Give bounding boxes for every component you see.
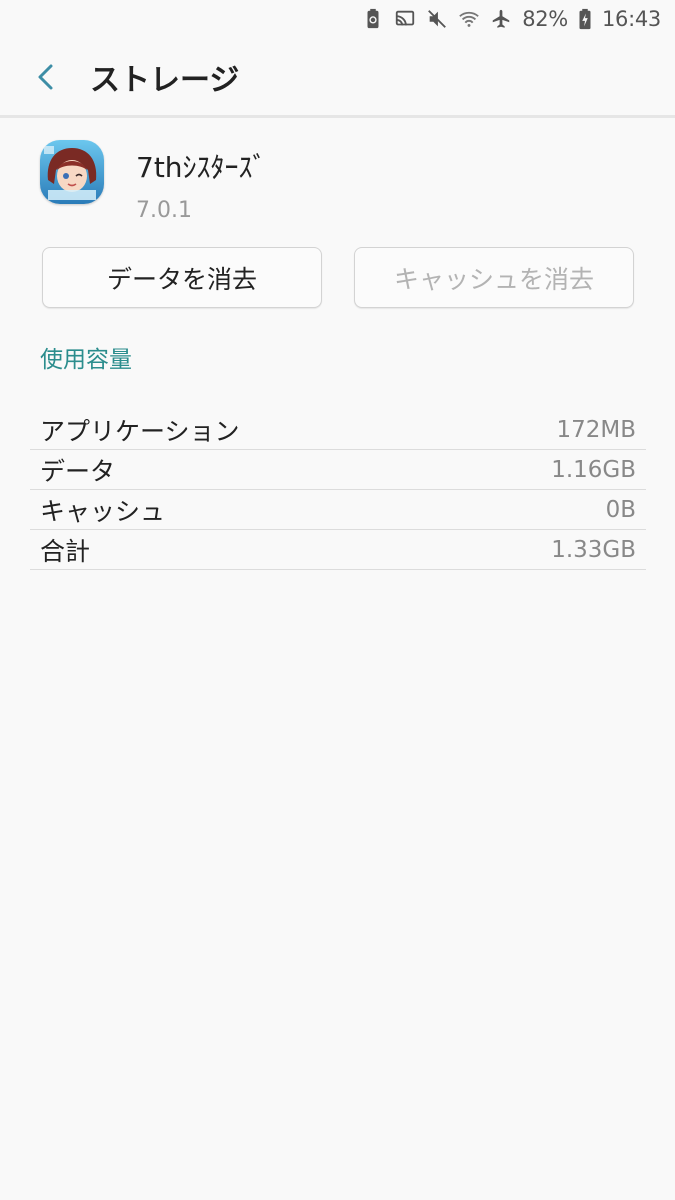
clock: 16:43 <box>601 7 661 31</box>
chevron-left-icon <box>38 64 53 90</box>
storage-row-cache: キャッシュ 0B <box>30 490 646 530</box>
battery-saver-icon <box>362 8 384 30</box>
status-bar: 82% 16:43 <box>0 0 675 38</box>
app-name: 7thｼｽﾀｰｽﾞ <box>136 151 267 184</box>
storage-label: データ <box>40 456 116 486</box>
back-button[interactable] <box>16 47 76 107</box>
storage-value: 1.33GB <box>551 536 636 563</box>
clear-data-button[interactable]: データを消去 <box>42 247 322 308</box>
app-info: 7thｼｽﾀｰｽﾞ 7.0.1 <box>40 140 267 223</box>
storage-value: 172MB <box>556 416 636 443</box>
cast-icon <box>394 8 416 30</box>
storage-value: 1.16GB <box>551 456 636 483</box>
page-title: ストレージ <box>90 63 240 98</box>
clear-cache-button[interactable]: キャッシュを消去 <box>354 247 634 308</box>
app-icon <box>40 140 104 204</box>
storage-row-data: データ 1.16GB <box>30 450 646 490</box>
storage-label: キャッシュ <box>40 496 166 526</box>
storage-row-total: 合計 1.33GB <box>30 530 646 570</box>
app-header: ストレージ <box>0 38 675 116</box>
battery-icon <box>578 8 592 30</box>
mute-icon <box>426 8 448 30</box>
storage-label: 合計 <box>40 536 91 566</box>
app-version: 7.0.1 <box>136 198 192 223</box>
action-buttons: データを消去 キャッシュを消去 <box>42 247 634 308</box>
header-divider <box>0 115 675 118</box>
wifi-icon <box>458 8 480 30</box>
storage-screen: 82% 16:43 ストレージ 7thｼｽﾀｰｽﾞ 7.0.1 データを消去 キ… <box>0 0 675 1200</box>
battery-percentage: 82% <box>522 7 568 31</box>
storage-value: 0B <box>605 496 636 523</box>
section-title-usage: 使用容量 <box>40 347 132 373</box>
storage-usage-table: アプリケーション 172MB データ 1.16GB キャッシュ 0B 合計 1.… <box>30 410 646 570</box>
storage-label: アプリケーション <box>40 416 240 446</box>
airplane-icon <box>490 8 512 30</box>
storage-row-application: アプリケーション 172MB <box>30 410 646 450</box>
